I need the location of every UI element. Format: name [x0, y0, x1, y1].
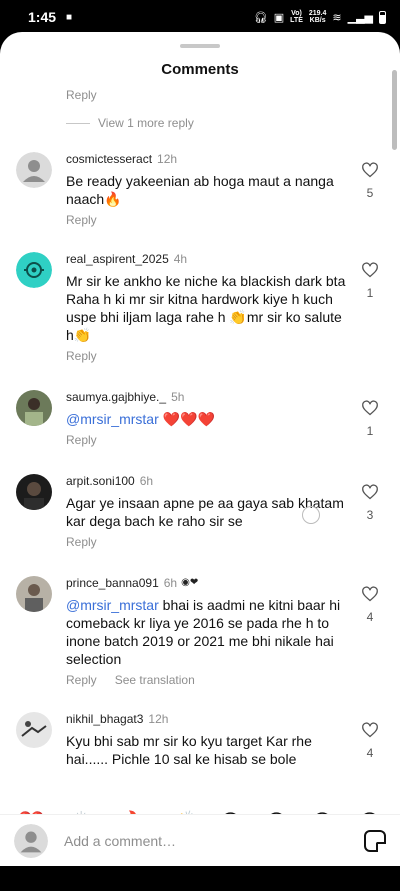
mention-link[interactable]: @mrsir_mrstar	[66, 597, 159, 613]
reply-button[interactable]: Reply	[66, 673, 97, 687]
comment-username[interactable]: prince_banna091	[66, 576, 159, 590]
reply-button[interactable]: Reply	[66, 535, 97, 549]
avatar[interactable]	[16, 390, 52, 426]
like-button[interactable]: 4	[360, 586, 380, 624]
like-button[interactable]: 1	[360, 262, 380, 300]
like-button[interactable]: 5	[360, 162, 380, 200]
like-count: 4	[366, 746, 374, 760]
comment-username[interactable]: nikhil_bhagat3	[66, 712, 143, 726]
headphones-icon: 🎧︎	[253, 11, 268, 24]
comment-time: 12h	[148, 712, 169, 726]
sticker-icon[interactable]	[364, 829, 386, 852]
comment-time: 12h	[157, 152, 178, 166]
comment-time: 4h	[173, 252, 188, 266]
comment-username[interactable]: saumya.gajbhiye._	[66, 390, 166, 404]
like-button[interactable]: 3	[360, 484, 380, 522]
reply-button[interactable]: Reply	[66, 213, 97, 227]
status-icons: 🎧︎ ▣ Vo) LTE 219.4 KB/s ≋ ▁▃▅	[254, 10, 386, 24]
avatar[interactable]	[16, 712, 52, 748]
signal-icon: ▁▃▅	[347, 11, 373, 24]
like-count: 5	[366, 186, 374, 200]
comment-text: @mrsir_mrstar bhai is aadmi ne kitni baa…	[66, 597, 341, 667]
status-bar: 1:45 ■ 🎧︎ ▣ Vo) LTE 219.4 KB/s ≋ ▁▃▅	[0, 0, 400, 34]
like-button[interactable]: 4	[360, 722, 380, 760]
like-count: 1	[366, 424, 374, 438]
comments-sheet: Comments Reply View 1 more reply cosmict…	[0, 32, 400, 866]
status-time: 1:45	[28, 9, 57, 25]
comment-username[interactable]: real_aspirent_2025	[66, 252, 169, 266]
comment-text: Kyu bhi sab mr sir ko kyu target Kar rhe…	[66, 733, 312, 767]
like-count: 1	[366, 286, 374, 300]
scrollbar[interactable]	[392, 70, 397, 150]
comment-text: Mr sir ke ankho ke niche ka blackish dar…	[66, 273, 346, 343]
touch-indicator	[302, 506, 320, 524]
heart-icon	[362, 162, 378, 178]
comment-username[interactable]: arpit.soni100	[66, 474, 135, 488]
reply-button[interactable]: Reply	[66, 433, 97, 447]
heart-icon	[362, 484, 378, 500]
sheet-title: Comments	[161, 61, 239, 78]
reply-button[interactable]: Reply	[66, 88, 97, 102]
cast-icon: ▣	[273, 11, 285, 24]
story-icon: ◉❤	[181, 577, 199, 588]
network-label: Vo) LTE	[290, 10, 303, 24]
mention-link[interactable]: @mrsir_mrstar	[66, 411, 159, 427]
comment-time: 6h	[139, 474, 154, 488]
heart-icon	[362, 400, 378, 416]
heart-icon	[362, 262, 378, 278]
comment-time: 6h	[163, 576, 178, 590]
avatar[interactable]	[16, 252, 52, 288]
battery-icon	[379, 10, 386, 24]
system-nav-bar	[0, 866, 400, 891]
view-more-replies[interactable]: View 1 more reply	[66, 116, 194, 130]
media-icon: ■	[66, 11, 73, 23]
avatar[interactable]	[16, 474, 52, 510]
avatar[interactable]	[16, 152, 52, 188]
divider-line	[66, 122, 90, 124]
heart-icon	[362, 722, 378, 738]
like-count: 4	[366, 610, 374, 624]
avatar[interactable]	[16, 576, 52, 612]
comment-text: Be ready yakeenian ab hoga maut a nanga …	[66, 173, 334, 207]
drag-handle[interactable]	[180, 44, 220, 48]
wifi-icon: ≋	[332, 11, 342, 24]
heart-icon	[362, 586, 378, 602]
data-speed: 219.4 KB/s	[308, 10, 327, 24]
current-user-avatar	[14, 823, 48, 858]
see-translation-button[interactable]: See translation	[115, 673, 195, 687]
comment-composer: Add a comment…	[0, 814, 400, 866]
like-count: 3	[366, 508, 374, 522]
comment-username[interactable]: cosmictesseract	[66, 152, 152, 166]
comment-time: 5h	[171, 390, 185, 404]
comment-text: @mrsir_mrstar ❤️❤️❤️	[66, 411, 215, 427]
like-button[interactable]: 1	[360, 400, 380, 438]
comment-input[interactable]: Add a comment…	[64, 833, 364, 849]
reply-button[interactable]: Reply	[66, 349, 97, 363]
